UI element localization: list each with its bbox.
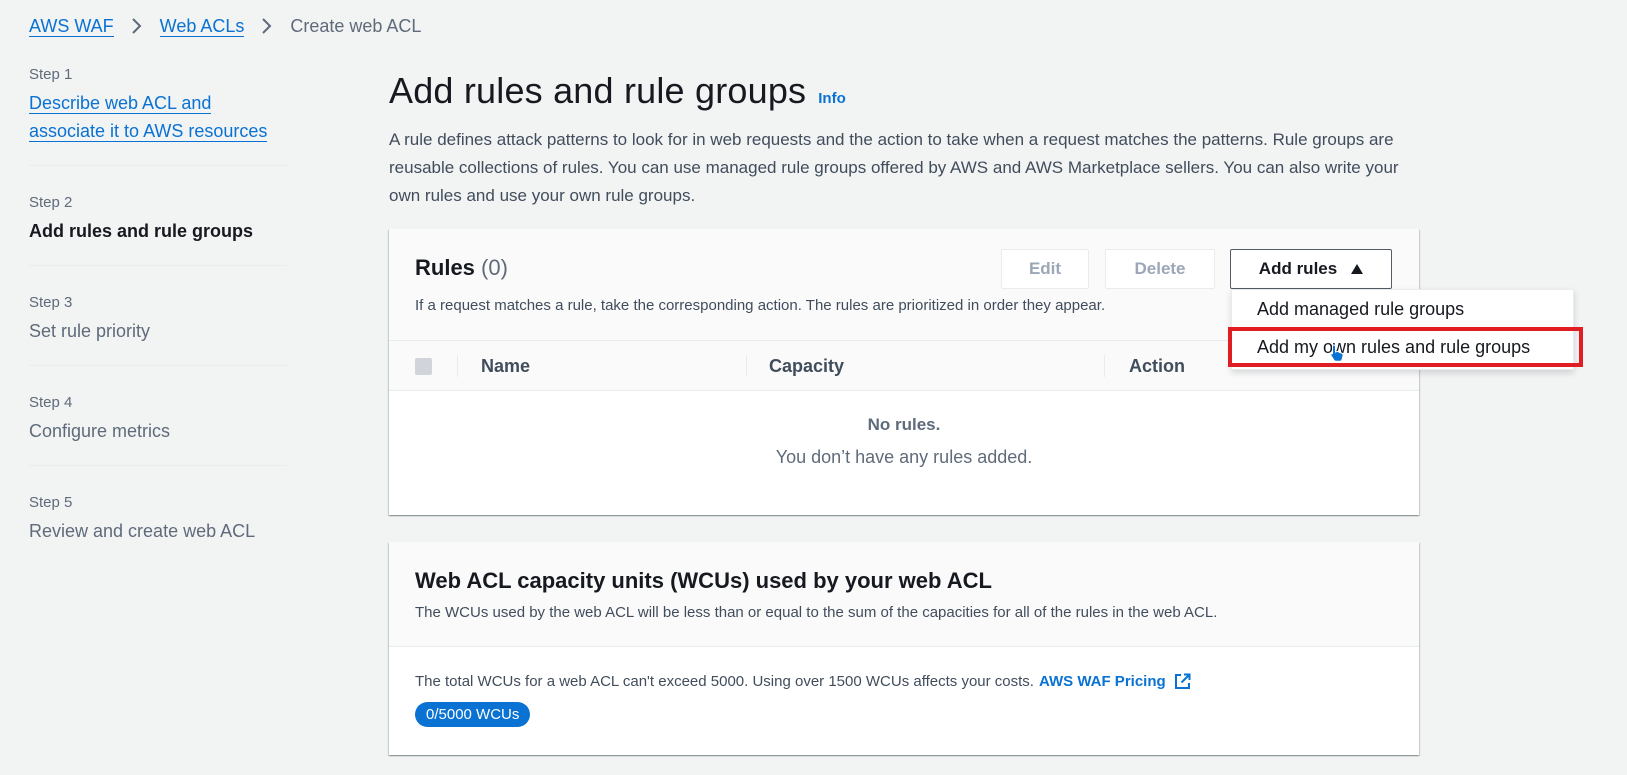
breadcrumb: AWS WAF Web ACLs Create web ACL bbox=[29, 14, 421, 38]
wizard-steps: Step 1 Describe web ACL and associate it… bbox=[29, 66, 287, 593]
info-link[interactable]: Info bbox=[818, 90, 846, 107]
breadcrumb-web-acls[interactable]: Web ACLs bbox=[159, 16, 245, 37]
page-title: Add rules and rule groups bbox=[389, 70, 807, 111]
step-number: Step 5 bbox=[29, 494, 73, 511]
step-number: Step 3 bbox=[29, 294, 73, 311]
pricing-link-label[interactable]: AWS WAF Pricing bbox=[1039, 673, 1166, 690]
rules-container: Rules (0) If a request matches a rule, t… bbox=[389, 229, 1419, 515]
step-1-link-line2[interactable]: associate it to AWS resources bbox=[29, 121, 268, 142]
step-3: Step 3 Set rule priority bbox=[29, 294, 287, 366]
breadcrumb-current: Create web ACL bbox=[290, 15, 422, 36]
wcu-container: Web ACL capacity units (WCUs) used by yo… bbox=[389, 542, 1419, 755]
rules-title-text: Rules bbox=[415, 255, 475, 280]
column-header-name[interactable]: Name bbox=[481, 356, 530, 377]
edit-button[interactable]: Edit bbox=[1001, 249, 1089, 289]
step-4-title: Configure metrics bbox=[29, 421, 171, 441]
wcu-body: The total WCUs for a web ACL can't excee… bbox=[389, 647, 1419, 727]
step-number: Step 4 bbox=[29, 394, 73, 411]
chevron-right-icon bbox=[258, 17, 276, 35]
rules-title: Rules (0) bbox=[415, 255, 508, 281]
empty-state: No rules. You don’t have any rules added… bbox=[389, 391, 1419, 468]
wcu-usage-badge: 0/5000 WCUs bbox=[415, 702, 531, 727]
menu-item-add-own-rules[interactable]: Add my own rules and rule groups bbox=[1232, 328, 1573, 366]
main-content: Add rules and rule groups Info A rule de… bbox=[389, 70, 1419, 210]
step-1-link[interactable]: Describe web ACL and associate it to AWS… bbox=[29, 89, 287, 145]
step-1: Step 1 Describe web ACL and associate it… bbox=[29, 66, 287, 166]
column-divider bbox=[457, 355, 458, 377]
step-1-link-line1[interactable]: Describe web ACL and bbox=[29, 93, 212, 114]
step-2-title: Add rules and rule groups bbox=[29, 221, 254, 241]
wcu-limit-text: The total WCUs for a web ACL can't excee… bbox=[415, 673, 1393, 690]
empty-state-title: No rules. bbox=[867, 415, 941, 434]
external-link-icon bbox=[1174, 673, 1191, 690]
page-header: Add rules and rule groups Info bbox=[389, 70, 1419, 112]
caret-up-icon bbox=[1351, 261, 1364, 277]
delete-button[interactable]: Delete bbox=[1105, 249, 1215, 289]
step-number: Step 2 bbox=[29, 194, 73, 211]
empty-state-text: You don’t have any rules added. bbox=[775, 447, 1033, 467]
aws-waf-pricing-link[interactable]: AWS WAF Pricing bbox=[1039, 673, 1191, 690]
step-number: Step 1 bbox=[29, 66, 73, 83]
step-4: Step 4 Configure metrics bbox=[29, 394, 287, 466]
select-all-checkbox[interactable] bbox=[415, 358, 432, 375]
wcu-header: Web ACL capacity units (WCUs) used by yo… bbox=[389, 542, 1419, 647]
wcu-title: Web ACL capacity units (WCUs) used by yo… bbox=[415, 568, 992, 593]
step-3-title: Set rule priority bbox=[29, 321, 151, 341]
menu-item-add-managed-rule-groups[interactable]: Add managed rule groups bbox=[1232, 290, 1573, 328]
step-2: Step 2 Add rules and rule groups bbox=[29, 194, 287, 266]
step-5: Step 5 Review and create web ACL bbox=[29, 494, 287, 565]
step-5-title: Review and create web ACL bbox=[29, 521, 256, 541]
rules-count: (0) bbox=[481, 255, 508, 280]
column-divider[interactable] bbox=[746, 355, 747, 377]
rules-description: If a request matches a rule, take the co… bbox=[415, 297, 1106, 314]
page-description: A rule defines attack patterns to look f… bbox=[389, 130, 1399, 205]
wcu-limit-message: The total WCUs for a web ACL can't excee… bbox=[415, 673, 1034, 690]
column-divider[interactable] bbox=[1104, 355, 1105, 377]
add-rules-label: Add rules bbox=[1258, 259, 1338, 278]
breadcrumb-aws-waf[interactable]: AWS WAF bbox=[29, 16, 114, 37]
chevron-right-icon bbox=[128, 17, 146, 35]
add-rules-button[interactable]: Add rules bbox=[1230, 249, 1392, 289]
column-header-action[interactable]: Action bbox=[1129, 356, 1185, 377]
hand-pointer-icon bbox=[1330, 344, 1344, 367]
wcu-description: The WCUs used by the web ACL will be les… bbox=[415, 604, 1218, 621]
column-header-capacity[interactable]: Capacity bbox=[769, 356, 844, 377]
add-rules-dropdown-menu: Add managed rule groups Add my own rules… bbox=[1231, 289, 1574, 370]
